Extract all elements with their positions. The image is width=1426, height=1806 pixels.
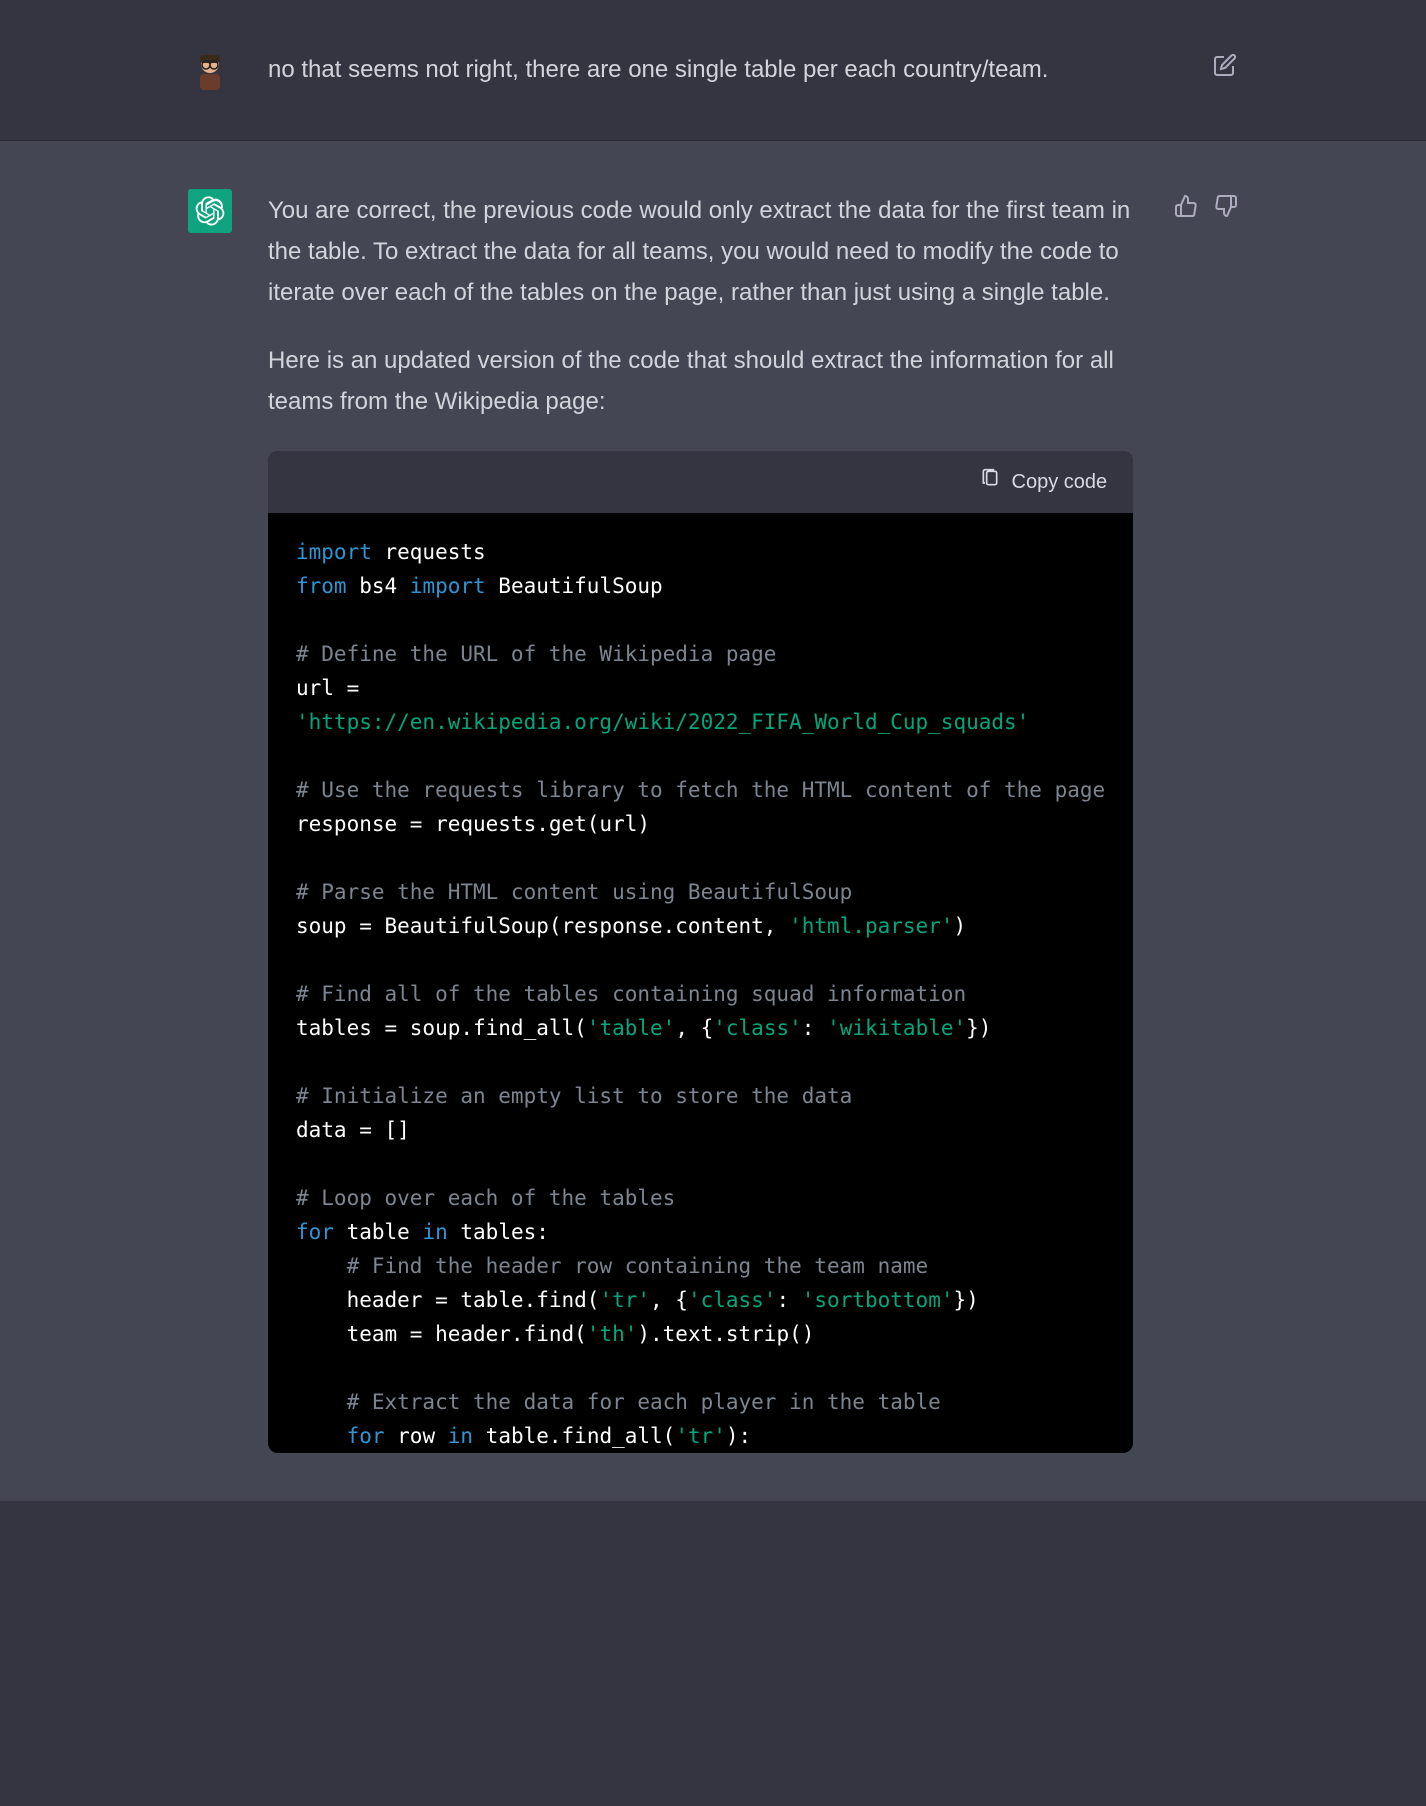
user-actions — [1168, 48, 1238, 92]
user-avatar-icon — [190, 50, 230, 90]
clipboard-icon[interactable] — [980, 465, 1000, 499]
assistant-avatar — [188, 189, 232, 233]
thumbs-up-icon[interactable] — [1173, 193, 1199, 219]
user-message-row: no that seems not right, there are one s… — [0, 0, 1426, 141]
assistant-message-row: You are correct, the previous code would… — [0, 141, 1426, 1501]
thumbs-down-icon[interactable] — [1213, 193, 1239, 219]
code-body: import requests from bs4 import Beautifu… — [268, 513, 1133, 1453]
user-message-text: no that seems not right, there are one s… — [268, 48, 1132, 92]
row-inner: no that seems not right, there are one s… — [158, 48, 1268, 92]
assistant-paragraph: Here is an updated version of the code t… — [268, 341, 1133, 423]
edit-icon[interactable] — [1212, 52, 1238, 78]
assistant-paragraph: You are correct, the previous code would… — [268, 191, 1133, 313]
assistant-actions — [1169, 189, 1239, 1453]
copy-code-button[interactable]: Copy code — [1012, 465, 1108, 499]
code-header: Copy code — [268, 451, 1133, 513]
openai-logo-icon — [195, 196, 225, 226]
code-block: Copy code import requests from bs4 impor… — [268, 451, 1133, 1453]
assistant-message-content: You are correct, the previous code would… — [268, 189, 1133, 1453]
row-inner: You are correct, the previous code would… — [158, 189, 1268, 1453]
user-avatar — [188, 48, 232, 92]
